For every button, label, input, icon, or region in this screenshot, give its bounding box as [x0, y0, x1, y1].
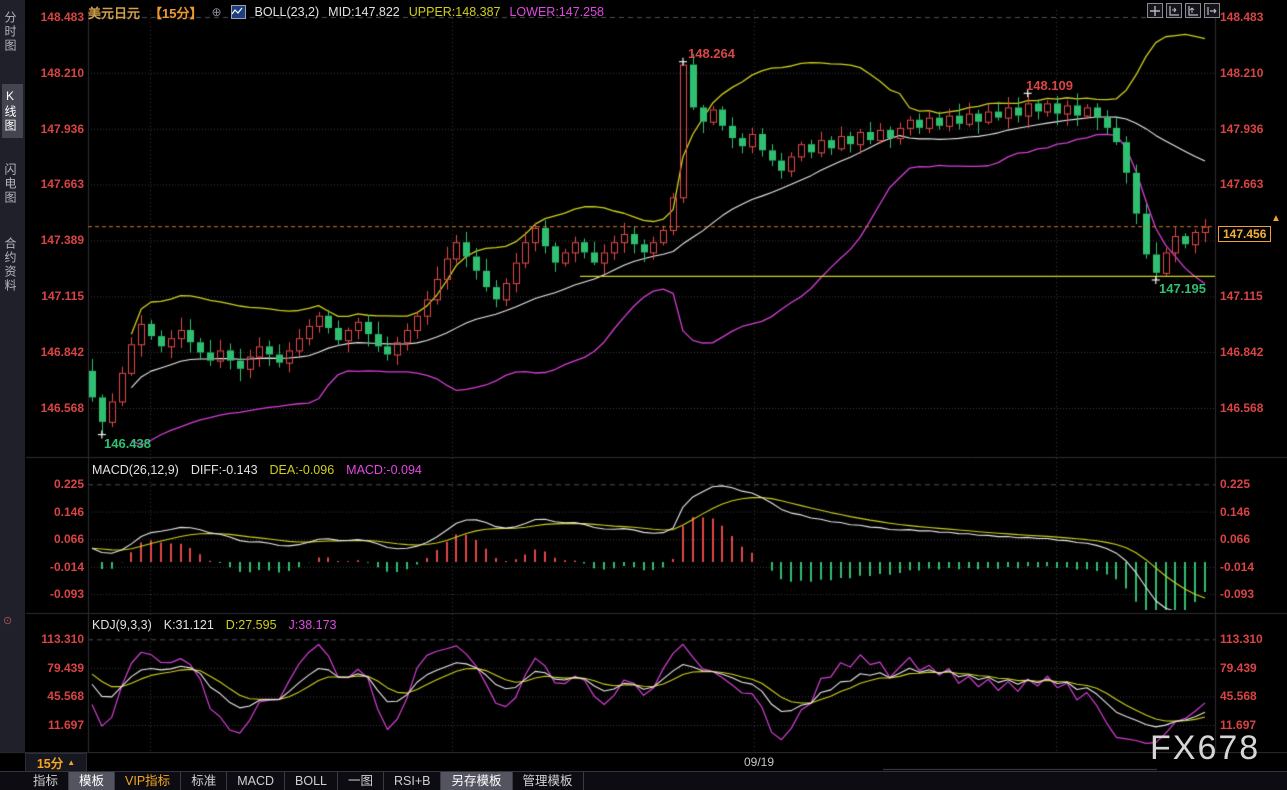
macd-hist-value: MACD:-0.094	[346, 463, 422, 477]
bottom-tab-bar: 指标模板VIP指标标准MACDBOLL一图RSI+B另存模板管理模板	[0, 771, 1287, 790]
y-axis-label: 148.210	[28, 66, 84, 80]
y-axis-label: 79.439	[1220, 661, 1257, 675]
tab-vip-indicator[interactable]: VIP指标	[115, 772, 181, 790]
kdj-j-value: J:38.173	[289, 618, 337, 632]
macd-header: MACD(26,12,9) DIFF:-0.143 DEA:-0.096 MAC…	[92, 463, 422, 477]
trading-app-window: 分时图 K线图闪电图合约资料 美元日元 【15分】 ⊕ BOLL(23,2) MI…	[0, 0, 1287, 790]
chart-canvas[interactable]	[0, 0, 1287, 790]
tab-macd[interactable]: MACD	[227, 772, 285, 790]
y-axis-label: 0.146	[28, 505, 84, 519]
y-axis-label: 148.483	[1220, 10, 1263, 24]
y-axis-label: 79.439	[28, 661, 84, 675]
kdj-header: KDJ(9,3,3) K:31.121 D:27.595 J:38.173	[92, 618, 337, 632]
timeframe-selector[interactable]: 15分 ▲	[25, 753, 87, 772]
annotation-low-recent: 147.195	[1159, 281, 1206, 296]
y-axis-label: 0.066	[28, 532, 84, 546]
boll-indicator-icon	[231, 5, 246, 19]
y-axis-label: 45.568	[1220, 689, 1257, 703]
y-axis-label: 113.310	[1220, 632, 1263, 646]
y-axis-label: 0.225	[28, 477, 84, 491]
sidebar-item-contract-info[interactable]: 合约资料	[2, 232, 23, 298]
boll-params-label: BOLL(23,2)	[255, 5, 320, 19]
tab-boll[interactable]: BOLL	[285, 772, 338, 790]
macd-params-label: MACD(26,12,9)	[92, 463, 179, 477]
interval-label: 【15分】	[149, 3, 202, 22]
symbol-title: 美元日元	[88, 3, 140, 22]
tab-one-chart[interactable]: 一图	[338, 772, 384, 790]
y-axis-label: -0.093	[1220, 587, 1254, 601]
y-axis-label: 113.310	[28, 632, 84, 646]
y-axis-label: -0.093	[28, 587, 84, 601]
watermark: FX678	[1150, 729, 1260, 768]
tab-indicator[interactable]: 指标	[23, 772, 69, 790]
chevron-up-icon: ▲	[67, 758, 75, 767]
current-price-tag: 147.456	[1218, 226, 1271, 242]
timeframe-label: 15分	[37, 753, 63, 772]
tab-template[interactable]: 模板	[69, 772, 115, 790]
y-axis-label: 147.936	[28, 122, 84, 136]
y-axis-label: 147.936	[1220, 122, 1263, 136]
y-axis-label: 0.146	[1220, 505, 1250, 519]
kdj-d-value: D:27.595	[226, 618, 277, 632]
x-axis-date-label: 09/19	[744, 755, 774, 769]
tab-rsi-b[interactable]: RSI+B	[384, 772, 441, 790]
tab-manage-template[interactable]: 管理模板	[513, 772, 584, 790]
tab-save-template[interactable]: 另存模板	[441, 772, 512, 790]
y-axis-label: 146.842	[28, 345, 84, 359]
kdj-k-value: K:31.121	[164, 618, 214, 632]
y-axis-label: -0.014	[28, 560, 84, 574]
zoom-x-axis-icon[interactable]	[1166, 3, 1182, 18]
y-axis-label: 147.663	[28, 177, 84, 191]
macd-diff-value: DIFF:-0.143	[191, 463, 258, 477]
tab-standard[interactable]: 标准	[181, 772, 227, 790]
boll-mid-value: MID:147.822	[328, 5, 400, 19]
y-axis-label: 147.115	[28, 289, 84, 303]
indicator-settings-icon[interactable]: ⊙	[3, 614, 12, 627]
y-axis-label: 11.697	[28, 718, 84, 732]
annotation-high-peak: 148.264	[688, 46, 735, 61]
y-axis-label: 45.568	[28, 689, 84, 703]
y-axis-label: 146.842	[1220, 345, 1263, 359]
chart-header: 美元日元 【15分】 ⊕ BOLL(23,2) MID:147.822 UPPE…	[88, 3, 604, 21]
boll-lower-value: LOWER:147.258	[509, 5, 604, 19]
sidebar-item-kline-chart[interactable]: K线图	[2, 84, 23, 138]
sidebar-item-flash-chart[interactable]: 闪电图	[2, 158, 23, 210]
y-axis-label: 0.066	[1220, 532, 1250, 546]
boll-upper-value: UPPER:148.387	[409, 5, 501, 19]
y-axis-label: 148.210	[1220, 66, 1263, 80]
price-marker-arrow-icon: ▲	[1271, 213, 1281, 224]
export-pane-icon[interactable]	[1204, 3, 1220, 18]
crosshair-tool-icon[interactable]	[1147, 3, 1163, 18]
y-axis-label: 148.483	[28, 10, 84, 24]
annotation-high-recent: 148.109	[1026, 78, 1073, 93]
y-axis-label: -0.014	[1220, 560, 1254, 574]
y-axis-label: 0.225	[1220, 477, 1250, 491]
sidebar-item-time-chart[interactable]: 分时图	[2, 6, 23, 58]
sidebar-nav: 分时图 K线图闪电图合约资料	[0, 0, 26, 752]
zoom-y-axis-icon[interactable]	[1185, 3, 1201, 18]
y-axis-label: 147.115	[1220, 289, 1263, 303]
y-axis-label: 146.568	[1220, 401, 1263, 415]
annotation-low-start: 146.438	[104, 436, 151, 451]
kdj-params-label: KDJ(9,3,3)	[92, 618, 152, 632]
expand-icon[interactable]: ⊕	[211, 5, 221, 19]
y-axis-label: 147.389	[28, 233, 84, 247]
chart-toolbar	[1147, 3, 1220, 18]
macd-dea-value: DEA:-0.096	[270, 463, 335, 477]
y-axis-label: 147.663	[1220, 177, 1263, 191]
y-axis-label: 146.568	[28, 401, 84, 415]
